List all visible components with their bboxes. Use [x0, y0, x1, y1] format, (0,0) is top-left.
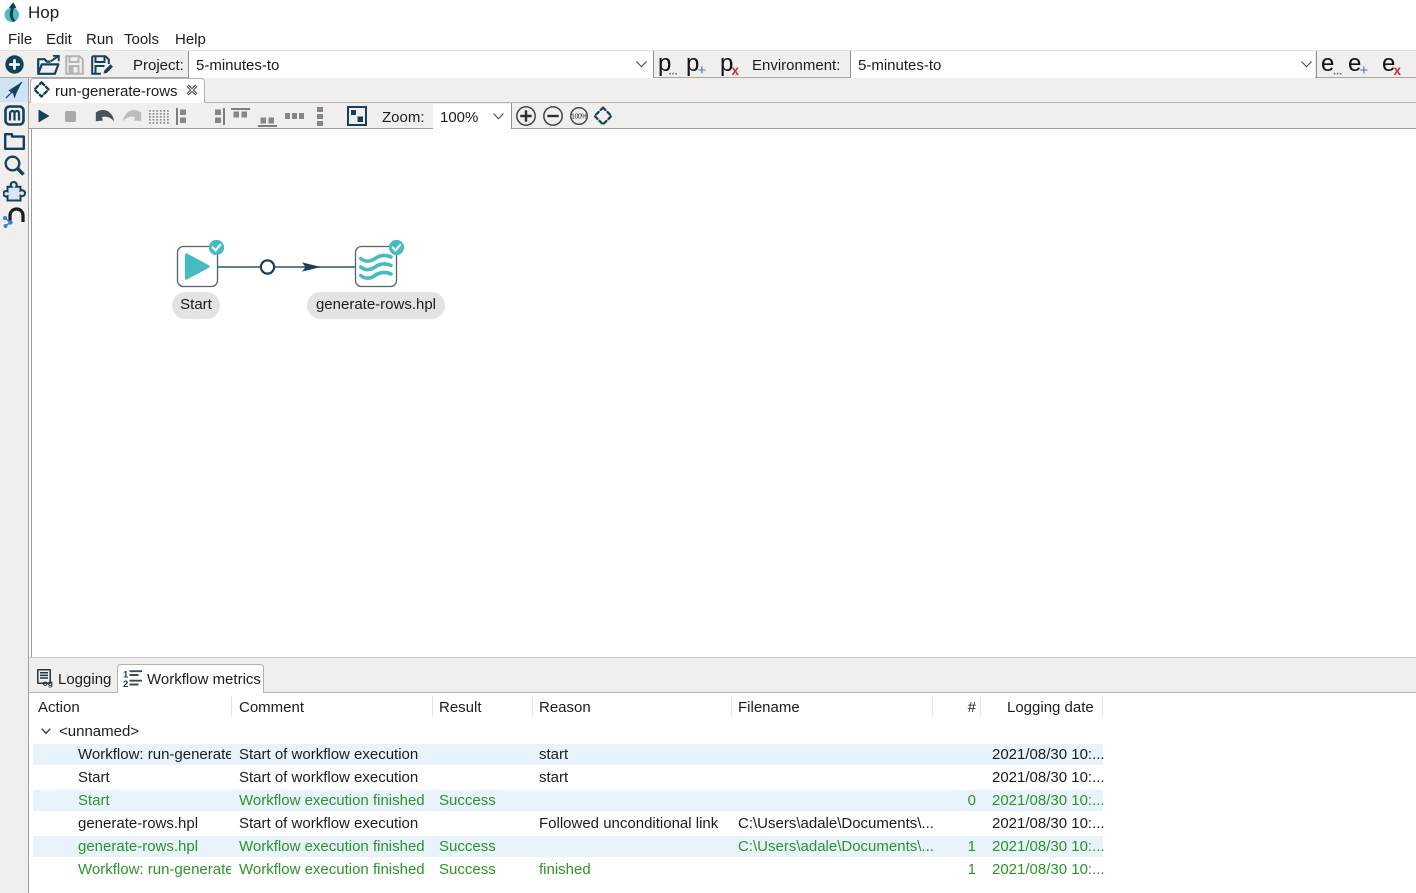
- svg-text:...: ...: [669, 66, 678, 78]
- svg-text:2: 2: [123, 679, 128, 688]
- svg-text:generate-rows.hpl: generate-rows.hpl: [316, 296, 436, 313]
- svg-text:x: x: [732, 63, 740, 77]
- svg-text:+: +: [1360, 62, 1369, 77]
- svg-text:+: +: [698, 62, 707, 77]
- svg-text:...: ...: [1333, 66, 1342, 78]
- svg-text:x: x: [1394, 63, 1402, 77]
- svg-text:100%: 100%: [571, 114, 587, 121]
- svg-text:Start: Start: [180, 296, 213, 313]
- svg-text:og: og: [43, 678, 53, 688]
